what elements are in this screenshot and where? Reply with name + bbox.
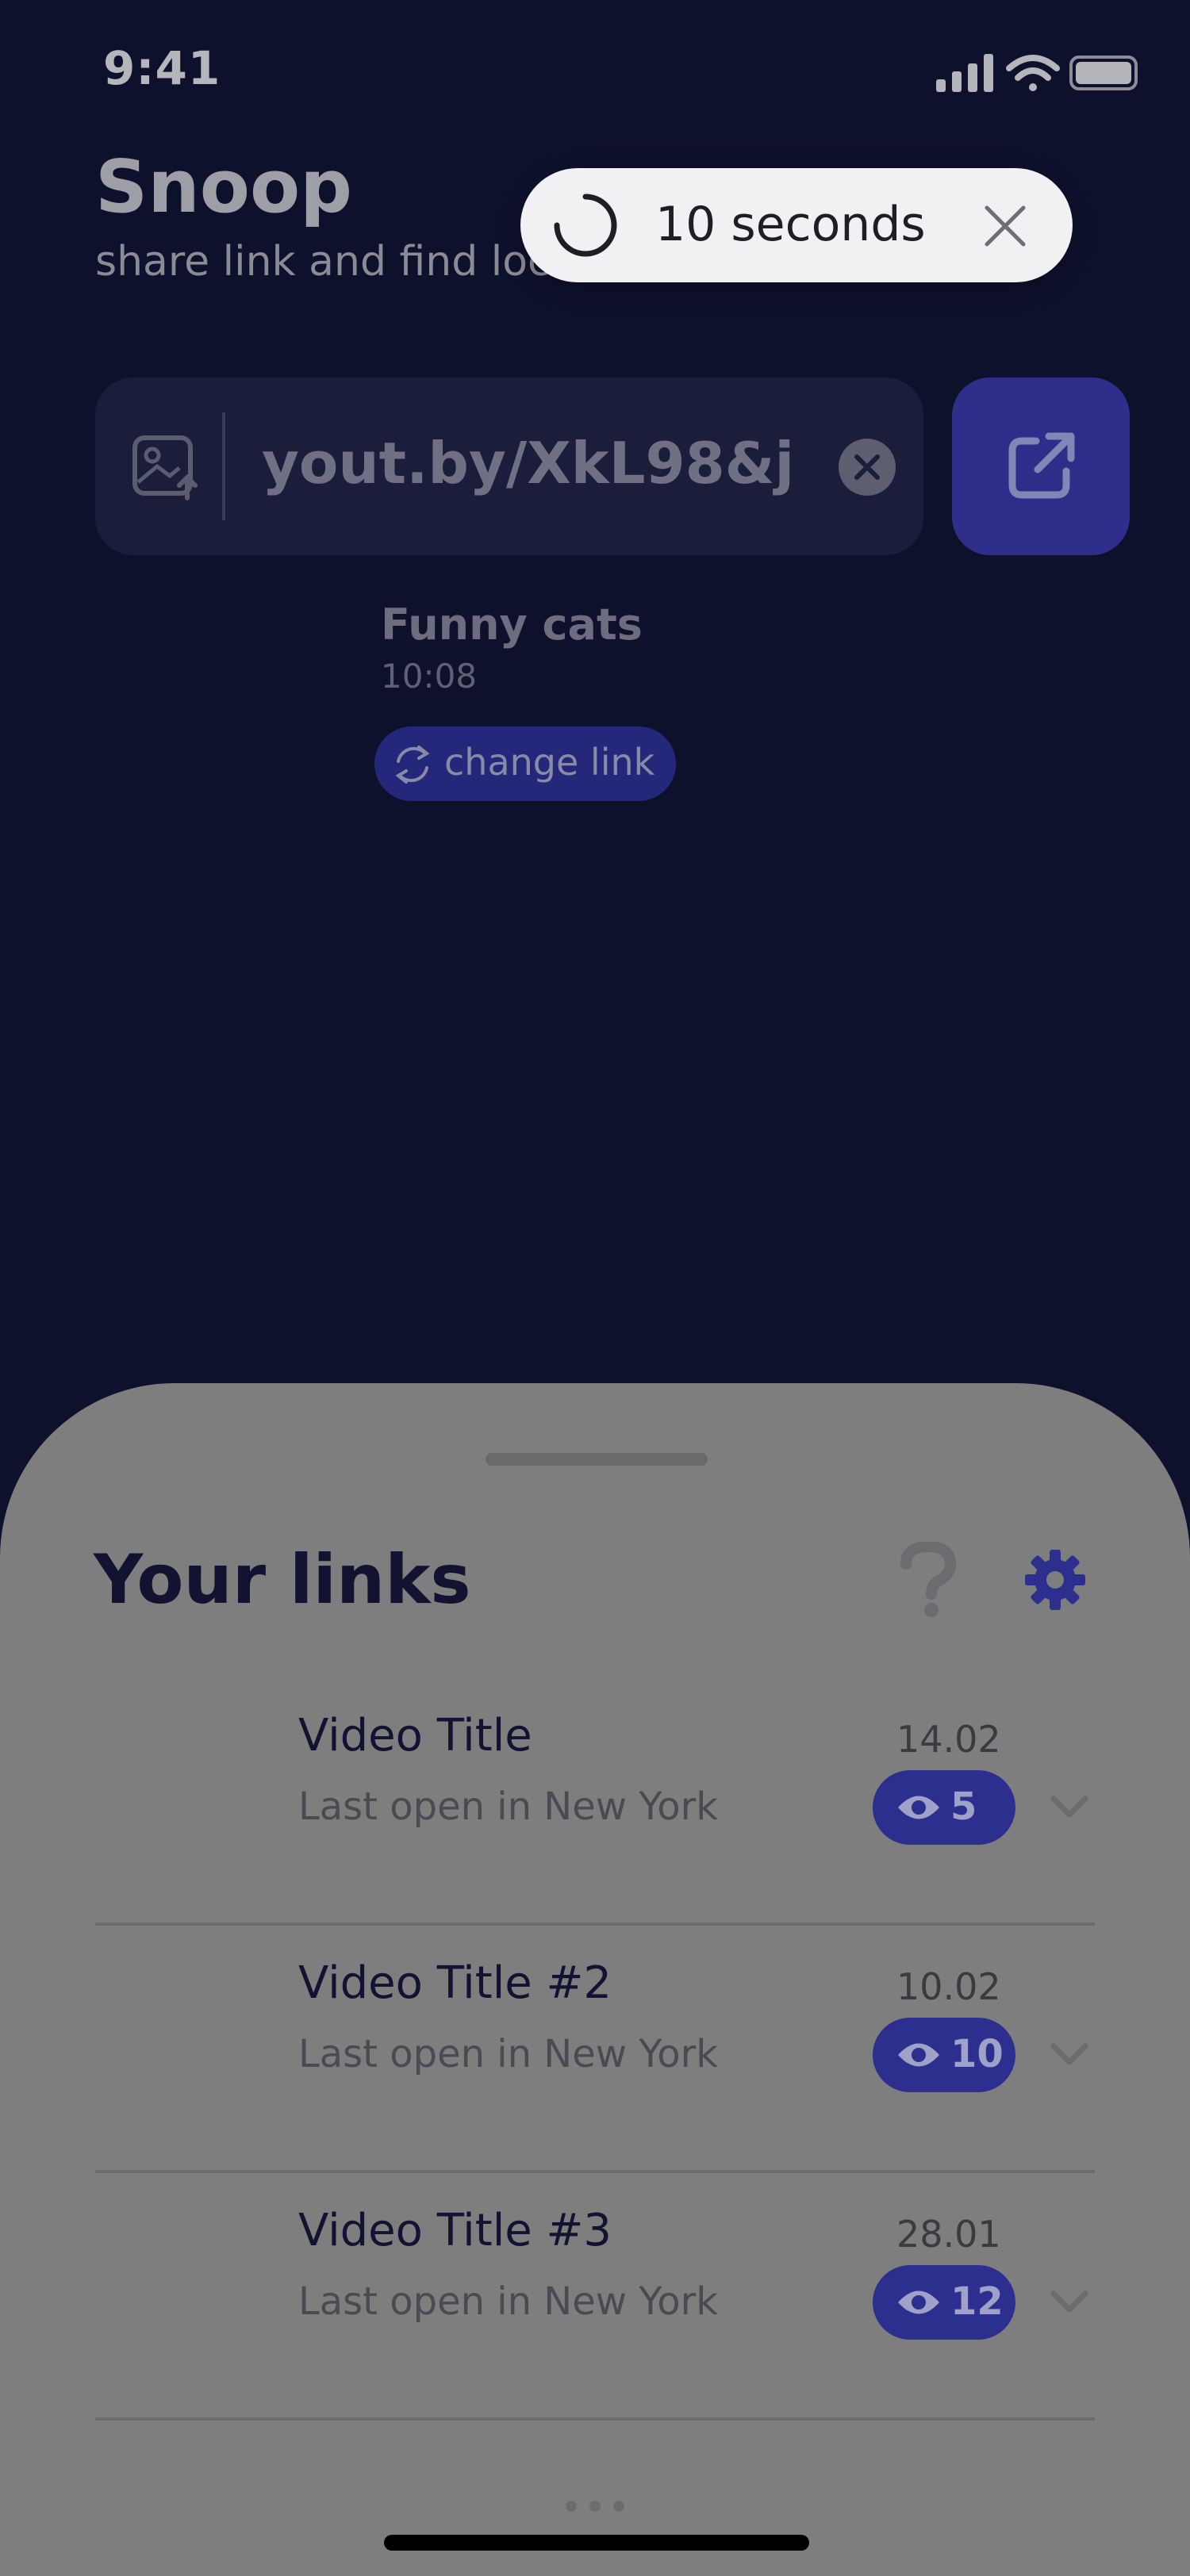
eye-icon [898,1796,939,1819]
loading-spinner-icon [554,194,617,257]
change-link-label: change link [444,741,655,784]
row-title: Video Title [298,1710,532,1761]
eye-icon [898,2043,939,2067]
url-input[interactable]: yout.by/XkL98&j [95,378,923,555]
battery-icon [1069,56,1138,90]
close-icon[interactable] [982,203,1028,249]
preview-time: 10:08 [381,657,478,696]
chevron-down-icon[interactable] [1046,1783,1093,1830]
home-indicator [384,2535,809,2551]
status-icons [936,54,1138,92]
sheet-title: Your links [94,1540,471,1620]
open-link-button[interactable] [952,378,1130,555]
row-title: Video Title #3 [298,2205,612,2256]
more-dots-icon [566,2501,624,2512]
chevron-down-icon[interactable] [1046,2030,1093,2078]
chevron-down-icon[interactable] [1046,2278,1093,2325]
url-value[interactable]: yout.by/XkL98&j [262,430,794,496]
gear-icon[interactable] [1023,1548,1087,1612]
views-badge: 12 [873,2265,1015,2340]
wifi-icon [1006,55,1060,91]
signal-icon [936,54,993,92]
row-date: 10.02 [896,1965,1001,2008]
image-upload-icon[interactable] [130,430,202,501]
sheet-grabber[interactable] [486,1453,708,1466]
list-item[interactable]: Video Title #2 Last open in New York 10.… [95,1926,1095,2173]
preview-title: Funny cats [381,600,643,650]
row-date: 14.02 [896,1718,1001,1761]
row-date: 28.01 [896,2213,1001,2256]
app-title: Snoop [95,144,353,229]
row-subtitle: Last open in New York [298,2279,719,2324]
toast-text: 10 seconds [655,197,926,252]
row-subtitle: Last open in New York [298,1784,719,1829]
views-count: 10 [950,2032,1004,2076]
list-item[interactable]: Video Title #3 Last open in New York 28.… [95,2173,1095,2421]
clear-icon[interactable] [838,438,896,496]
refresh-icon [395,746,430,784]
views-badge: 10 [873,2018,1015,2092]
views-badge: 5 [873,1770,1015,1845]
row-title: Video Title #2 [298,1957,612,2009]
list-item[interactable]: Video Title Last open in New York 14.02 … [95,1678,1095,1926]
app-subtitle: share link and find location [95,238,571,286]
row-subtitle: Last open in New York [298,2032,719,2076]
views-count: 12 [950,2279,1004,2324]
divider [222,412,225,520]
countdown-toast: 10 seconds [520,168,1073,282]
external-link-icon [1008,432,1075,499]
views-count: 5 [950,1784,977,1829]
eye-icon [898,2290,939,2314]
status-time: 9:41 [103,41,221,95]
help-icon[interactable] [898,1542,958,1618]
change-link-button[interactable]: change link [374,726,676,801]
